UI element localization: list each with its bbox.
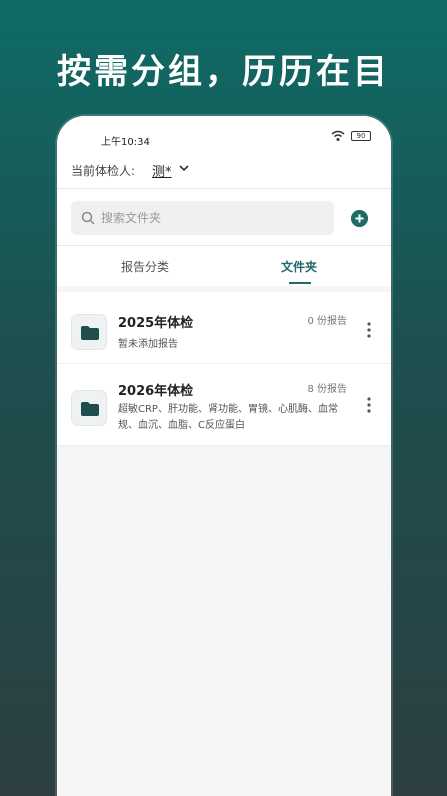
folder-card[interactable]: 2026年体检 8 份报告 超敏CRP、肝功能、肾功能、胃镜、心肌酶、血常规、血… [57,364,391,446]
folder-name: 2026年体检 [118,384,194,399]
search-box[interactable] [71,201,334,235]
folder-description: 暂未添加报告 [118,339,178,350]
battery-icon: 90 [351,131,371,141]
wifi-icon [331,130,345,141]
more-icon[interactable] [367,322,371,338]
tab-folders[interactable]: 文件夹 [281,258,317,275]
tab-report-category[interactable]: 报告分类 [121,258,169,275]
chevron-down-icon[interactable] [179,164,189,172]
folder-card[interactable]: 2025年体检 0 份报告 暂未添加报告 [57,292,391,364]
folder-report-count: 8 份报告 [307,384,347,395]
folder-name: 2025年体检 [118,316,194,331]
folder-icon [81,326,99,340]
search-icon [81,211,95,225]
status-time: 上午10:34 [101,137,150,148]
tab-bar: 报告分类 文件夹 [57,246,391,286]
search-row [57,189,391,245]
promo-headline: 按需分组，历历在目 [57,52,390,92]
current-person-label: 当前体检人: [71,164,136,178]
add-folder-button[interactable] [351,210,368,227]
phone-screen: 上午10:34 90 当前体检人: 测* 报告分类 文件夹 [57,116,391,796]
folder-list: 2025年体检 0 份报告 暂未添加报告 2026年体检 8 份报告 超敏CRP… [57,292,391,446]
folder-report-count: 0 份报告 [307,316,347,327]
folder-icon-box [71,390,107,426]
search-input[interactable] [101,201,326,235]
more-icon[interactable] [367,397,371,413]
folder-description: 超敏CRP、肝功能、肾功能、胃镜、心肌酶、血常规、血沉、血脂、C反应蛋白 [118,404,338,431]
app-header: 当前体检人: 测* [57,154,391,188]
active-tab-indicator [289,282,311,284]
folder-icon [81,402,99,416]
folder-icon-box [71,314,107,350]
status-bar: 上午10:34 90 [57,116,391,154]
current-person-name[interactable]: 测* [152,161,172,180]
